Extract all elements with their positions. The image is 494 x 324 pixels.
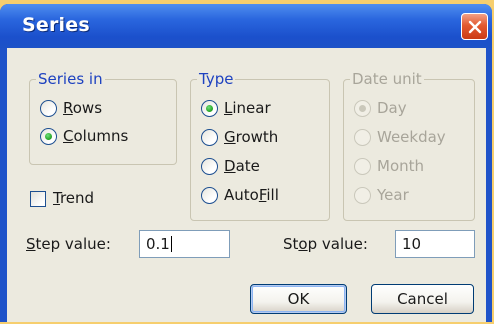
- date-unit-label: Date unit: [350, 70, 424, 88]
- radio-growth-circle[interactable]: [201, 128, 218, 146]
- trend-label[interactable]: Trend: [53, 189, 94, 207]
- ok-button[interactable]: OK: [250, 284, 347, 314]
- type-group: Type Linear Growth Date AutoFill: [190, 70, 330, 221]
- radio-month-label: Month: [377, 157, 425, 175]
- radio-growth[interactable]: Growth: [201, 126, 278, 148]
- radio-columns-circle[interactable]: [40, 127, 57, 145]
- radio-date-circle[interactable]: [201, 157, 218, 175]
- trend-checkbox[interactable]: [30, 191, 46, 207]
- radio-rows-circle[interactable]: [40, 99, 57, 117]
- radio-autofill[interactable]: AutoFill: [201, 184, 279, 206]
- radio-rows-label: Rows: [63, 99, 103, 117]
- close-icon: [468, 20, 481, 33]
- stop-value-label: Stop value:: [283, 235, 368, 253]
- radio-growth-label: Growth: [224, 128, 279, 146]
- radio-rows[interactable]: Rows: [40, 97, 102, 119]
- text-caret: [170, 236, 172, 252]
- title-bar[interactable]: Series: [0, 4, 492, 48]
- cancel-button[interactable]: Cancel: [371, 284, 474, 314]
- series-dialog: Series Series in Rows Columns Type Linea…: [0, 4, 492, 322]
- radio-day-label: Day: [377, 99, 407, 117]
- step-value-input[interactable]: 0.1: [139, 230, 230, 258]
- step-value-label: Step value:: [26, 235, 111, 253]
- close-button[interactable]: [461, 13, 488, 40]
- radio-linear[interactable]: Linear: [201, 97, 271, 119]
- type-label: Type: [197, 70, 236, 88]
- radio-day-circle: [354, 99, 371, 117]
- radio-year: Year: [354, 184, 409, 206]
- dialog-title: Series: [22, 14, 90, 36]
- radio-day: Day: [354, 97, 407, 119]
- radio-year-label: Year: [377, 186, 409, 204]
- series-in-label: Series in: [36, 70, 105, 88]
- radio-month-circle: [354, 157, 371, 175]
- series-in-group: Series in Rows Columns: [29, 70, 177, 165]
- radio-month: Month: [354, 155, 424, 177]
- date-unit-group: Date unit Day Weekday Month Year: [343, 70, 475, 221]
- radio-weekday: Weekday: [354, 126, 446, 148]
- radio-autofill-circle[interactable]: [201, 186, 218, 204]
- radio-linear-label: Linear: [224, 99, 271, 117]
- radio-weekday-circle: [354, 128, 371, 146]
- radio-year-circle: [354, 186, 371, 204]
- radio-autofill-label: AutoFill: [224, 186, 279, 204]
- stop-value-input[interactable]: 10: [395, 230, 475, 258]
- radio-columns-label: Columns: [63, 127, 129, 145]
- radio-date-label: Date: [224, 157, 260, 175]
- radio-columns[interactable]: Columns: [40, 125, 128, 147]
- radio-linear-circle[interactable]: [201, 99, 218, 117]
- dialog-body: Series in Rows Columns Type Linear Growt…: [7, 48, 486, 322]
- radio-weekday-label: Weekday: [377, 128, 446, 146]
- radio-date[interactable]: Date: [201, 155, 260, 177]
